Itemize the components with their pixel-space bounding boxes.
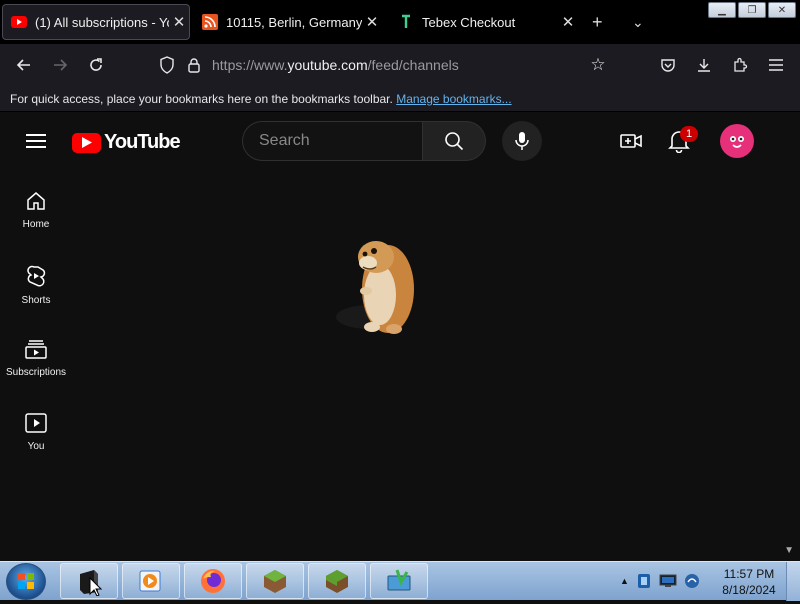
youtube-icon <box>11 14 27 30</box>
reload-icon[interactable] <box>86 55 106 75</box>
sidebar-item-subscriptions[interactable]: Subscriptions <box>0 339 72 378</box>
search-input[interactable]: Search <box>242 121 424 161</box>
minecraft-icon <box>264 570 286 593</box>
close-window-icon[interactable]: ✕ <box>768 2 796 18</box>
windows-logo-icon <box>18 573 34 589</box>
address-bar[interactable]: https://www.youtube.com/feed/channels <box>212 57 459 73</box>
tab-berlin[interactable]: 10115, Berlin, Germany ✕ <box>194 4 382 40</box>
close-tab-icon[interactable]: ✕ <box>362 13 382 31</box>
network-icon[interactable] <box>659 574 677 588</box>
bookmark-star-icon[interactable]: ☆ <box>588 55 608 75</box>
logo-text: YouTube <box>104 131 181 153</box>
show-desktop-button[interactable] <box>786 562 800 601</box>
taskbar-media-player[interactable] <box>122 563 180 599</box>
taskbar-minecraft[interactable] <box>246 563 304 599</box>
tab-title: 10115, Berlin, Germany <box>226 14 362 30</box>
extensions-icon[interactable] <box>730 55 750 75</box>
clock-time: 11:57 PM <box>723 567 775 581</box>
search-placeholder: Search <box>259 132 310 149</box>
close-tab-icon[interactable]: ✕ <box>169 13 189 31</box>
menu-icon[interactable] <box>766 55 786 75</box>
system-clock[interactable]: 11:57 PM 8/18/2024 <box>712 566 786 598</box>
home-icon <box>27 192 45 210</box>
voice-search-button[interactable] <box>502 121 542 161</box>
guide-menu-icon[interactable] <box>26 134 46 148</box>
minecraft-grass-icon <box>326 570 348 593</box>
system-tray: ▲ <box>620 573 700 589</box>
close-tab-icon[interactable]: ✕ <box>558 13 578 31</box>
manage-bookmarks-link[interactable]: Manage bookmarks... <box>396 92 511 106</box>
url-domain: youtube.com <box>287 57 368 73</box>
tab-title: (1) All subscriptions - YouTube <box>35 14 169 30</box>
tab-youtube[interactable]: (1) All subscriptions - YouTube ✕ <box>2 4 190 40</box>
bookmarks-message: For quick access, place your bookmarks h… <box>10 92 393 106</box>
sidebar-item-label: Home <box>22 219 50 230</box>
sidebar-item-shorts[interactable]: Shorts <box>0 265 72 306</box>
tracking-protection-icon[interactable] <box>157 55 177 75</box>
firefox-icon <box>201 569 225 593</box>
taskbar-minecraft-grass[interactable] <box>308 563 366 599</box>
list-all-tabs-icon[interactable]: ⌄ <box>632 14 644 31</box>
tab-title: Tebex Checkout <box>422 14 516 30</box>
sidebar-item-home[interactable]: Home <box>0 191 72 230</box>
create-video-icon[interactable] <box>620 130 642 152</box>
youtube-play-icon <box>72 132 101 153</box>
sidebar-item-label: Subscriptions <box>5 367 67 378</box>
file-explorer-icon <box>80 570 103 596</box>
taskbar-file-explorer[interactable] <box>60 563 118 599</box>
sidebar-item-you[interactable]: You <box>0 413 72 452</box>
scroll-down-icon[interactable]: ▼ <box>784 545 794 556</box>
window-controls: ▁ ❐ ✕ <box>708 2 796 18</box>
youtube-logo[interactable]: YouTube <box>72 131 181 154</box>
taskbar-installer[interactable] <box>370 563 428 599</box>
clock-date: 8/18/2024 <box>722 583 776 597</box>
notification-badge: 1 <box>680 126 698 142</box>
browser-tab-strip: (1) All subscriptions - YouTube ✕ 10115,… <box>0 0 800 44</box>
start-button[interactable] <box>6 563 46 600</box>
back-icon[interactable] <box>14 55 34 75</box>
minimize-icon[interactable]: ▁ <box>708 2 736 18</box>
media-player-icon <box>139 570 161 592</box>
search-button[interactable] <box>422 121 486 161</box>
downloads-icon[interactable] <box>694 55 714 75</box>
volume-icon[interactable] <box>684 573 700 589</box>
forward-icon[interactable] <box>50 55 70 75</box>
youtube-page: YouTube Search 1 Home Shorts Subscriptio… <box>0 113 800 561</box>
pocket-icon[interactable] <box>658 55 678 75</box>
lock-icon[interactable] <box>184 55 204 75</box>
taskbar: ▲ 11:57 PM 8/18/2024 <box>0 561 800 601</box>
bookmarks-toolbar: For quick access, place your bookmarks h… <box>0 86 800 112</box>
tab-tebex[interactable]: Tebex Checkout ✕ <box>390 4 578 40</box>
sidebar-item-label: You <box>27 441 45 452</box>
rss-icon <box>202 14 218 30</box>
new-tab-icon[interactable]: + <box>592 12 603 33</box>
avatar[interactable] <box>720 124 754 158</box>
installer-icon <box>387 569 411 591</box>
shorts-icon <box>27 265 46 287</box>
navigation-toolbar: https://www.youtube.com/feed/channels ☆ <box>0 44 800 86</box>
subscriptions-icon <box>25 340 47 359</box>
url-prefix: https://www. <box>212 57 288 73</box>
sidebar-item-label: Shorts <box>21 295 51 306</box>
microphone-icon <box>515 132 529 150</box>
show-hidden-icons-icon[interactable]: ▲ <box>620 576 629 586</box>
you-icon <box>25 413 47 433</box>
restore-icon[interactable]: ❐ <box>738 2 766 18</box>
url-path: /feed/channels <box>367 57 459 73</box>
search-icon <box>445 132 464 151</box>
taskbar-firefox[interactable] <box>184 563 242 599</box>
tray-app-icon[interactable] <box>636 573 652 589</box>
loading-hamster-image <box>336 241 414 334</box>
tebex-icon <box>398 14 414 30</box>
